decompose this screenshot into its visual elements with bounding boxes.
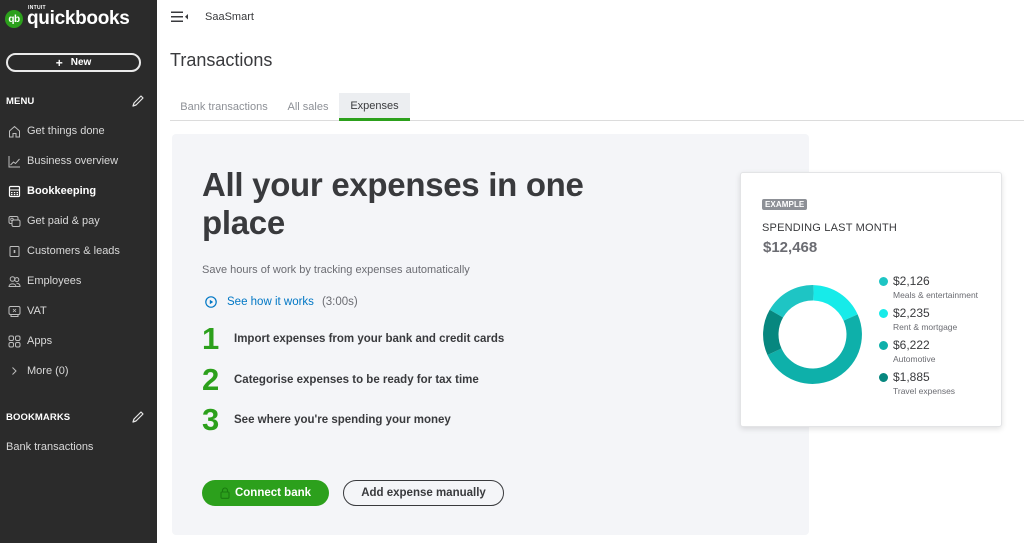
spending-label: SPENDING LAST MONTH xyxy=(762,222,898,234)
sidebar-item-vat[interactable]: VAT xyxy=(0,298,157,324)
legend-value: $6,222 xyxy=(893,338,930,352)
legend-value: $2,126 xyxy=(893,274,930,288)
step-1: 1 Import expenses from your bank and cre… xyxy=(202,323,504,355)
legend-category: Automotive xyxy=(893,354,936,364)
menu-heading: MENU xyxy=(6,96,35,107)
legend-swatch xyxy=(879,277,888,286)
sidebar-item-business-overview[interactable]: Business overview xyxy=(0,148,157,174)
sidebar-item-bookkeeping[interactable]: Bookkeeping xyxy=(0,178,157,204)
spending-total: $12,468 xyxy=(763,239,818,256)
sidebar-item-label: More (0) xyxy=(27,365,69,377)
step-3: 3 See where you're spending your money xyxy=(202,404,451,436)
spending-example-card: EXAMPLE SPENDING LAST MONTH $12,468 $2,1… xyxy=(740,172,1002,427)
step-text: Import expenses from your bank and credi… xyxy=(234,333,505,345)
legend-swatch xyxy=(879,309,888,318)
play-circle-icon xyxy=(205,296,217,308)
sidebar-item-get-paid-pay[interactable]: Get paid & pay xyxy=(0,208,157,234)
calculator-icon xyxy=(7,184,21,198)
payment-icon xyxy=(7,214,21,228)
expenses-promo-panel: All your expenses in one place Save hour… xyxy=(172,134,809,535)
bookmark-bank-transactions[interactable]: Bank transactions xyxy=(6,441,93,453)
promo-headline: All your expenses in one place xyxy=(202,166,584,241)
sidebar-item-label: Bookkeeping xyxy=(27,185,97,197)
spending-donut-chart xyxy=(763,285,862,384)
donut-slice-rent-mortgage xyxy=(813,285,858,321)
sidebar-item-more[interactable]: More (0) xyxy=(0,358,157,384)
lock-icon xyxy=(220,487,230,499)
legend-value: $2,235 xyxy=(893,306,930,320)
collapse-menu-icon[interactable] xyxy=(171,11,189,23)
chevron-right-icon xyxy=(7,364,21,378)
sidebar: qb INTUIT quickbooks + New MENU Get thin… xyxy=(0,0,157,543)
legend-category: Meals & entertainment xyxy=(893,290,979,300)
step-2: 2 Categorise expenses to be ready for ta… xyxy=(202,364,479,396)
apps-grid-icon xyxy=(7,334,21,348)
video-duration: (3:00s) xyxy=(321,296,358,308)
add-expense-manually-button[interactable]: Add expense manually xyxy=(343,480,504,506)
company-name[interactable]: SaaSmart xyxy=(205,11,254,23)
sidebar-item-label: VAT xyxy=(27,305,47,317)
legend-value: $1,885 xyxy=(893,370,930,384)
edit-menu-pencil-icon[interactable] xyxy=(131,94,145,108)
contact-card-icon xyxy=(7,244,21,258)
legend-item: $6,222 Automotive xyxy=(879,337,978,369)
see-how-it-works-link[interactable]: See how it works (3:00s) xyxy=(205,296,358,308)
donut-slice-meals-entertainment xyxy=(769,285,814,318)
tab-expenses[interactable]: Expenses xyxy=(339,93,410,121)
legend-category: Travel expenses xyxy=(893,386,956,396)
new-button-label: New xyxy=(70,57,92,68)
people-icon xyxy=(7,274,21,288)
sidebar-item-label: Get things done xyxy=(27,125,105,137)
logo-wordmark: INTUIT quickbooks xyxy=(27,5,130,30)
step-number: 3 xyxy=(202,402,220,437)
legend-item: $2,235 Rent & mortgage xyxy=(879,305,978,337)
donut-slice-automotive xyxy=(767,314,862,384)
tab-bank-transactions[interactable]: Bank transactions xyxy=(170,93,278,121)
quickbooks-logo[interactable]: qb INTUIT quickbooks xyxy=(5,5,130,30)
donut-slice-travel-expenses xyxy=(763,309,784,355)
new-button[interactable]: + New xyxy=(6,53,141,72)
legend-category: Rent & mortgage xyxy=(893,322,958,332)
connect-bank-label: Connect bank xyxy=(234,487,312,499)
chart-legend: $2,126 Meals & entertainment $2,235 Rent… xyxy=(879,273,978,401)
qb-logo-icon: qb xyxy=(5,10,23,28)
example-badge: EXAMPLE xyxy=(762,199,808,210)
sidebar-item-get-things-done[interactable]: Get things done xyxy=(0,118,157,144)
vat-icon xyxy=(7,304,21,318)
sidebar-item-employees[interactable]: Employees xyxy=(0,268,157,294)
legend-swatch xyxy=(879,373,888,382)
step-text: Categorise expenses to be ready for tax … xyxy=(234,374,479,386)
chart-line-icon xyxy=(7,154,21,168)
sidebar-item-apps[interactable]: Apps xyxy=(0,328,157,354)
sidebar-item-label: Business overview xyxy=(27,155,119,167)
step-number: 2 xyxy=(202,362,220,397)
sidebar-item-label: Employees xyxy=(27,275,82,287)
legend-swatch xyxy=(879,341,888,350)
sidebar-item-label: Get paid & pay xyxy=(27,215,100,227)
page-title: Transactions xyxy=(170,50,273,70)
legend-item: $1,885 Travel expenses xyxy=(879,369,978,401)
home-icon xyxy=(7,124,21,138)
edit-bookmarks-pencil-icon[interactable] xyxy=(131,410,145,424)
sidebar-item-label: Apps xyxy=(27,335,53,347)
quickbooks-label: quickbooks xyxy=(27,8,130,29)
step-text: See where you're spending your money xyxy=(234,414,451,426)
video-link-label[interactable]: See how it works xyxy=(227,296,314,308)
sidebar-item-customers-leads[interactable]: Customers & leads xyxy=(0,238,157,264)
step-number: 1 xyxy=(202,321,220,356)
legend-item: $2,126 Meals & entertainment xyxy=(879,273,978,305)
intuit-label: INTUIT xyxy=(28,5,46,11)
tab-all-sales[interactable]: All sales xyxy=(278,93,338,121)
transactions-tabs: Bank transactions All sales Expenses xyxy=(170,93,1024,121)
plus-icon: + xyxy=(55,55,63,70)
promo-subtitle: Save hours of work by tracking expenses … xyxy=(202,264,470,276)
bookmarks-heading: BOOKMARKS xyxy=(6,412,71,423)
sidebar-item-label: Customers & leads xyxy=(27,245,120,257)
connect-bank-button[interactable]: Connect bank xyxy=(202,480,329,506)
